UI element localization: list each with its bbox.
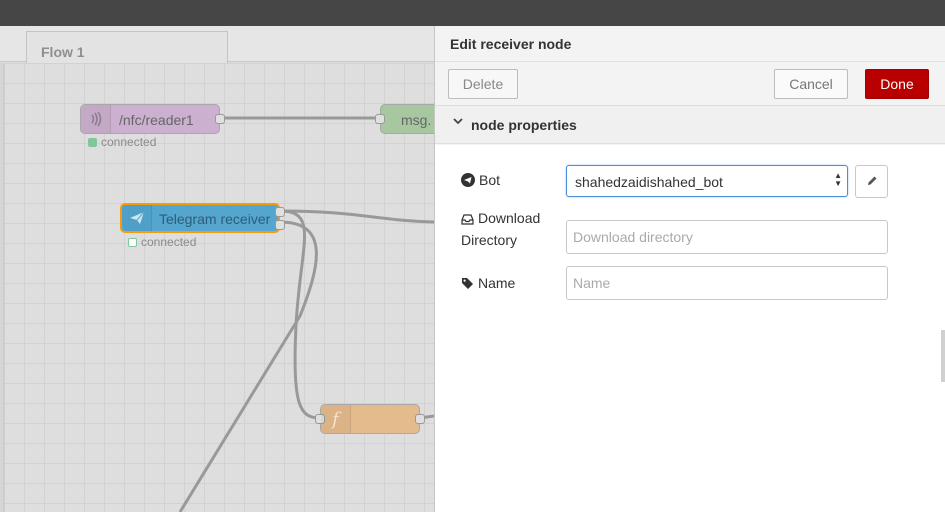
name-label-text: Name xyxy=(478,275,516,291)
chevron-down-icon xyxy=(453,117,463,128)
node-label: msg. xyxy=(401,112,432,128)
done-button[interactable]: Done xyxy=(865,69,929,99)
status-text: connected xyxy=(141,235,197,249)
tray-title: Edit receiver node xyxy=(450,36,572,52)
download-label-line1: Download xyxy=(478,210,541,226)
right-edge-handle[interactable] xyxy=(941,330,945,382)
node-label: /nfc/reader1 xyxy=(119,112,194,128)
node-status: connected xyxy=(128,235,196,249)
nfc-icon xyxy=(81,105,111,133)
node-status: connected xyxy=(88,135,156,149)
paper-plane-icon xyxy=(122,205,152,231)
telegram-icon xyxy=(461,173,475,190)
top-header-bar xyxy=(0,0,945,26)
nfc-reader-node[interactable]: /nfc/reader1 xyxy=(80,104,225,134)
bot-field-label: Bot xyxy=(461,172,500,190)
status-text: connected xyxy=(101,135,157,149)
flow-workspace: Flow 1 /nfc/reader1 connected msg. Teleg… xyxy=(0,26,434,512)
download-directory-input[interactable] xyxy=(566,220,888,254)
status-dot-icon xyxy=(88,138,97,147)
output-port-2[interactable] xyxy=(275,220,285,230)
edit-bot-button[interactable] xyxy=(855,165,888,198)
download-field-label: Download Directory xyxy=(461,208,540,250)
tag-icon xyxy=(461,277,474,293)
telegram-receiver-node[interactable]: Telegram receiver xyxy=(120,203,285,233)
output-port[interactable] xyxy=(415,414,425,424)
status-ring-icon xyxy=(128,238,137,247)
msg-node[interactable]: msg. xyxy=(375,104,434,134)
select-arrows-icon: ▲ ▼ xyxy=(834,171,842,188)
download-label-line2: Directory xyxy=(461,232,518,248)
function-node[interactable]: f xyxy=(315,404,425,434)
output-port-1[interactable] xyxy=(275,207,285,217)
wires-layer xyxy=(178,116,434,512)
section-title: node properties xyxy=(471,117,577,133)
bot-label-text: Bot xyxy=(479,172,501,188)
delete-button[interactable]: Delete xyxy=(448,69,518,99)
properties-form: Bot shahedzaidishahed_bot ▲ ▼ Download Dir… xyxy=(435,145,945,512)
node-properties-section-header[interactable]: node properties xyxy=(435,106,945,144)
bot-select[interactable]: shahedzaidishahed_bot ▲ ▼ xyxy=(566,165,848,197)
cancel-button[interactable]: Cancel xyxy=(774,69,848,99)
name-input[interactable] xyxy=(566,266,888,300)
output-port[interactable] xyxy=(215,114,225,124)
inbox-icon xyxy=(461,210,474,230)
edit-node-tray: Edit receiver node Delete Cancel Done no… xyxy=(434,26,945,512)
pencil-icon xyxy=(866,174,878,190)
bot-select-value: shahedzaidishahed_bot xyxy=(575,174,723,190)
function-icon: f xyxy=(321,405,351,433)
name-field-label: Name xyxy=(461,275,515,293)
tray-header: Edit receiver node xyxy=(435,26,945,62)
input-port[interactable] xyxy=(375,114,385,124)
node-label: Telegram receiver xyxy=(159,211,271,227)
